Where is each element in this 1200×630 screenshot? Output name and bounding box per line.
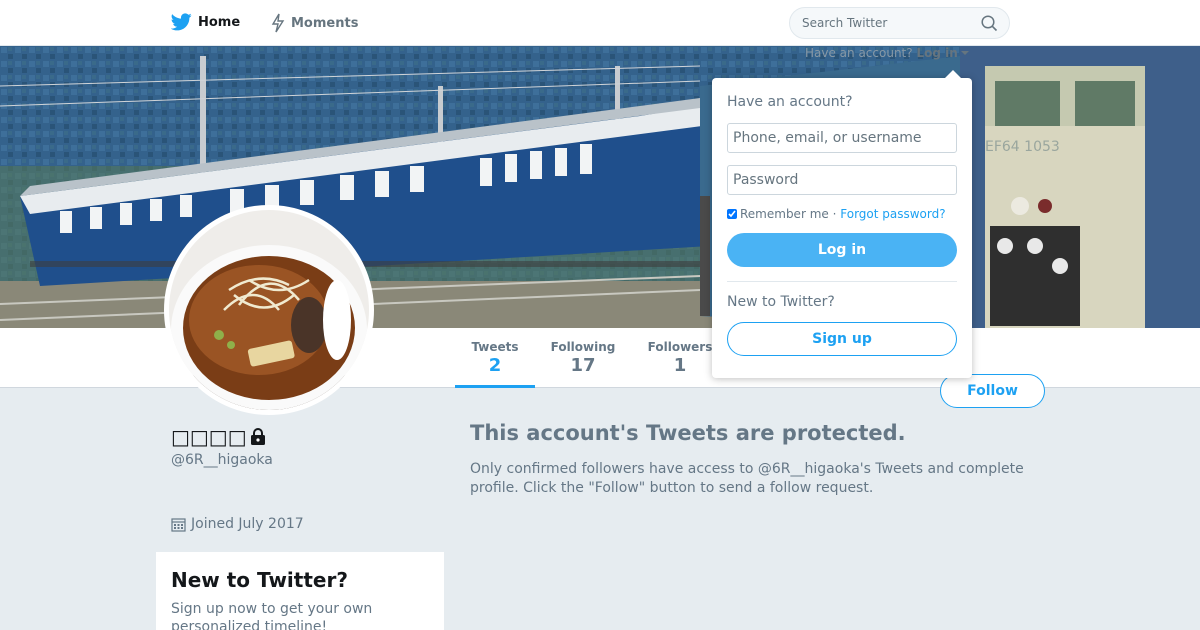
follow-button[interactable]: Follow	[940, 374, 1045, 408]
nav-home-label: Home	[198, 14, 241, 30]
stat-followers-label: Followers	[647, 340, 713, 354]
nav-moments[interactable]: Moments	[271, 13, 358, 33]
joined-text: Joined July 2017	[191, 516, 304, 532]
search-box	[789, 7, 1010, 39]
calendar-icon	[171, 517, 186, 532]
avatar[interactable]	[164, 205, 374, 415]
new-to-twitter-label: New to Twitter?	[727, 294, 835, 310]
svg-text:EF64 1053: EF64 1053	[985, 139, 1060, 155]
login-dropdown-heading: Have an account?	[727, 94, 853, 110]
profile-name-text: □□□□	[171, 425, 247, 449]
stat-following-value: 17	[570, 355, 596, 376]
caret-down-icon	[960, 51, 969, 55]
lock-icon	[250, 428, 265, 445]
username-field[interactable]	[727, 123, 957, 153]
nav-home[interactable]: Home	[171, 13, 240, 31]
signup-card-title: New to Twitter?	[171, 568, 348, 592]
stat-following[interactable]: Following 17	[545, 340, 621, 376]
signup-card: New to Twitter? Sign up now to get your …	[156, 552, 444, 630]
protected-title: This account's Tweets are protected.	[470, 421, 906, 445]
signup-card-text: Sign up now to get your own personalized…	[171, 601, 373, 630]
lightning-icon	[271, 13, 285, 33]
profile-name: □□□□	[171, 425, 267, 449]
search-input[interactable]	[802, 16, 972, 30]
nav-moments-label: Moments	[291, 15, 359, 31]
remember-separator: ·	[832, 207, 837, 221]
twitter-bird-icon	[171, 13, 192, 31]
signup-button[interactable]: Sign up	[727, 322, 957, 356]
forgot-password-link[interactable]: Forgot password?	[840, 207, 945, 221]
login-hint-prefix: Have an account?	[805, 46, 913, 60]
stat-followers[interactable]: Followers 1	[643, 340, 717, 376]
stat-tweets[interactable]: Tweets 2	[455, 340, 535, 388]
stat-tweets-label: Tweets	[471, 340, 519, 354]
login-button[interactable]: Log in	[727, 233, 957, 267]
protected-text: Only confirmed followers have access to …	[470, 461, 1024, 496]
search-icon[interactable]	[981, 15, 998, 32]
top-navigation-bar: Home Moments	[0, 0, 1200, 46]
login-dropdown: Have an account? Remember me · Forgot pa…	[712, 70, 972, 378]
stat-following-label: Following	[550, 340, 616, 354]
password-field[interactable]	[727, 165, 957, 195]
login-hint-link[interactable]: Log in	[916, 46, 957, 60]
divider	[727, 281, 957, 282]
stat-tweets-value: 2	[488, 355, 502, 376]
login-hint[interactable]: Have an account? Log in	[805, 46, 969, 60]
joined-date: Joined July 2017	[171, 516, 304, 532]
profile-handle[interactable]: @6R__higaoka	[171, 452, 273, 468]
remember-row: Remember me · Forgot password?	[727, 207, 957, 221]
stat-followers-value: 1	[673, 355, 687, 376]
remember-me-label[interactable]: Remember me	[740, 207, 829, 221]
remember-me-checkbox[interactable]	[727, 209, 737, 219]
